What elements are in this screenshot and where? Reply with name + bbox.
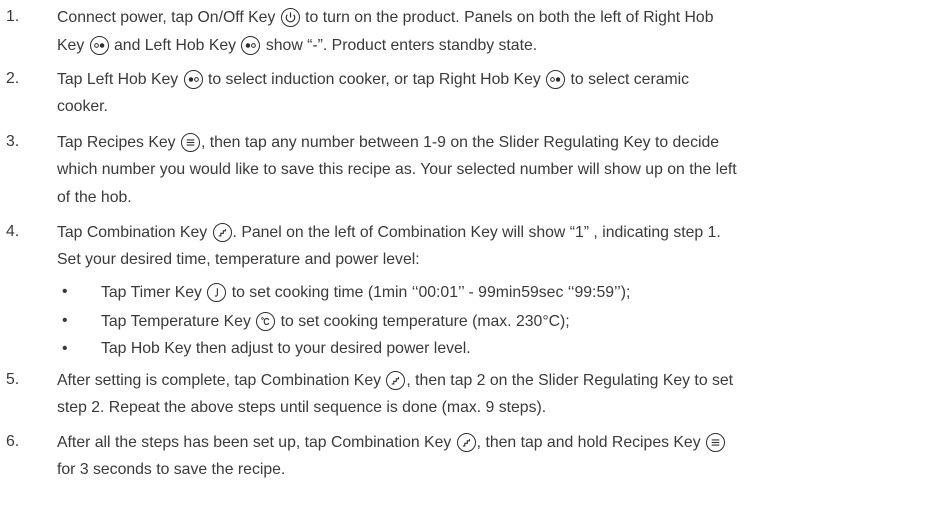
instruction-list: 1. Connect power, tap On/Off Key to turn… — [0, 0, 935, 509]
bullet-text: to set cooking time (1min ‘‘00:01’’ - 99… — [227, 284, 631, 301]
step-text: After all the steps has been set up, tap… — [57, 434, 456, 451]
step-text: which number you would like to save this… — [57, 161, 737, 178]
right-hob-icon — [89, 36, 109, 55]
combination-icon — [456, 433, 476, 452]
step-text: to turn on the product. Panels on both t… — [300, 9, 714, 26]
step-text: After setting is complete, tap Combinati… — [57, 372, 386, 389]
step-2-line-1: Tap Left Hob Key to select induction coo… — [57, 70, 689, 89]
step-text: show “-”. Product enters standby state. — [261, 37, 538, 54]
step-5-line-2: step 2. Repeat the above steps until seq… — [57, 399, 546, 417]
step-number: 1. — [6, 8, 20, 25]
step-text: Key — [57, 37, 89, 54]
step-3-line-2: which number you would like to save this… — [57, 161, 737, 179]
step-text: Tap Left Hob Key — [57, 71, 183, 88]
step-text: . Panel on the left of Combination Key w… — [232, 224, 721, 241]
step-6-line-2: for 3 seconds to save the recipe. — [57, 461, 285, 479]
combination-icon — [386, 371, 406, 390]
recipes-icon — [706, 433, 726, 452]
step-text: , then tap any number between 1-9 on the… — [200, 134, 720, 151]
power-icon — [280, 8, 300, 27]
bullet-timer: Tap Timer Key to set cooking time (1min … — [101, 283, 630, 302]
left-hob-icon — [241, 36, 261, 55]
bullet-marker: • — [62, 283, 68, 300]
step-3-line-3: of the hob. — [57, 189, 132, 207]
step-3-line-1: Tap Recipes Key , then tap any number be… — [57, 133, 719, 152]
step-number: 5. — [6, 371, 20, 388]
bullet-text: to set cooking temperature (max. 230°C); — [276, 313, 570, 330]
step-number: 3. — [6, 133, 20, 150]
step-text: Connect power, tap On/Off Key — [57, 9, 280, 26]
step-text: Tap Recipes Key — [57, 134, 180, 151]
step-text: Tap Combination Key — [57, 224, 212, 241]
step-4-line-1: Tap Combination Key . Panel on the left … — [57, 223, 721, 242]
step-text: and Left Hob Key — [109, 37, 241, 54]
step-text: to select induction cooker, or tap Right… — [203, 71, 546, 88]
step-number: 2. — [6, 70, 20, 87]
right-hob-icon — [546, 70, 566, 89]
step-1-line-2: Key and Left Hob Key show “-”. Product e… — [57, 36, 537, 55]
temperature-icon — [256, 312, 276, 331]
step-text: Set your desired time, temperature and p… — [57, 251, 420, 268]
step-text: cooker. — [57, 98, 108, 115]
left-hob-icon — [183, 70, 203, 89]
bullet-text: Tap Timer Key — [101, 284, 207, 301]
step-text: for 3 seconds to save the recipe. — [57, 461, 286, 478]
step-text: step 2. Repeat the above steps until seq… — [57, 399, 547, 416]
step-text: of the hob. — [57, 189, 132, 206]
step-text: , then tap 2 on the Slider Regulating Ke… — [406, 372, 734, 389]
step-text: to select ceramic — [566, 71, 690, 88]
bullet-marker: • — [62, 312, 68, 329]
step-6-line-1: After all the steps has been set up, tap… — [57, 433, 726, 452]
step-4-line-2: Set your desired time, temperature and p… — [57, 251, 420, 269]
step-5-line-1: After setting is complete, tap Combinati… — [57, 371, 733, 390]
bullet-marker: • — [62, 340, 68, 357]
step-text: , then tap and hold Recipes Key — [476, 434, 706, 451]
bullet-hob: Tap Hob Key then adjust to your desired … — [101, 340, 471, 358]
bullet-text: Tap Temperature Key — [101, 313, 256, 330]
step-number: 6. — [6, 433, 20, 450]
step-number: 4. — [6, 223, 20, 240]
recipes-icon — [180, 133, 200, 152]
step-1-line-1: Connect power, tap On/Off Key to turn on… — [57, 8, 714, 27]
step-2-line-2: cooker. — [57, 98, 108, 116]
bullet-temperature: Tap Temperature Key to set cooking tempe… — [101, 312, 570, 331]
timer-icon — [207, 283, 227, 302]
combination-icon — [212, 223, 232, 242]
bullet-text: Tap Hob Key then adjust to your desired … — [101, 340, 471, 357]
